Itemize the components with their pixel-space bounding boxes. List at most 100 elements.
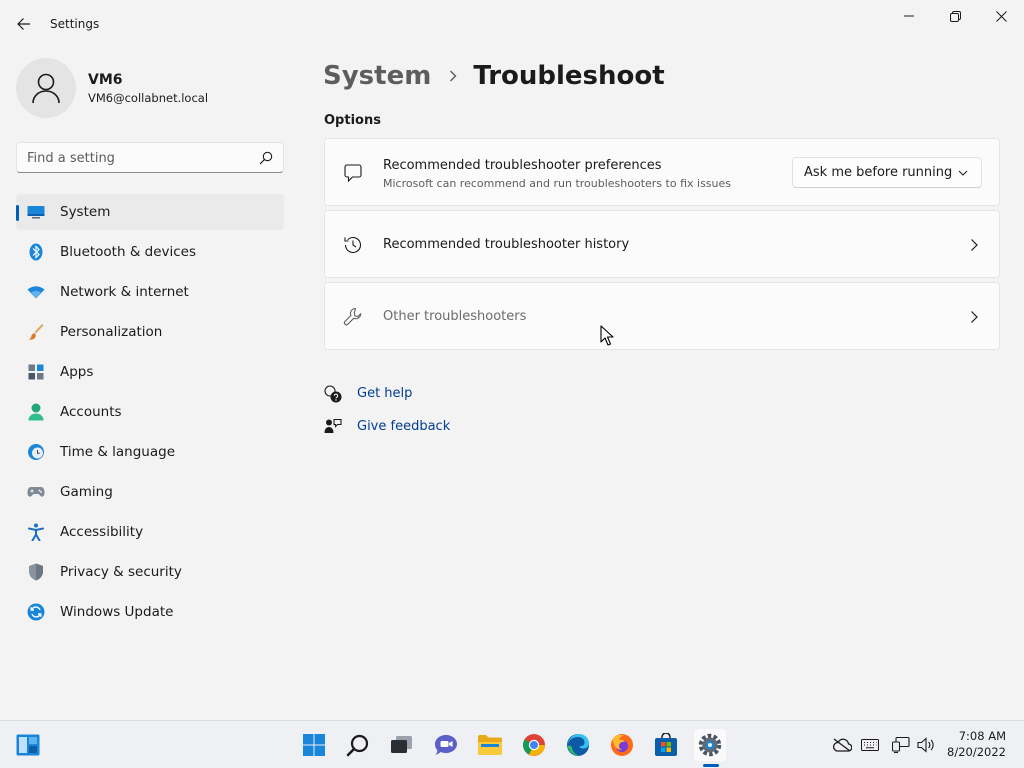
sidebar-item-label: Windows Update <box>60 604 174 620</box>
app-title: Settings <box>50 17 100 31</box>
widgets-icon <box>16 734 40 756</box>
search-icon <box>259 151 273 165</box>
card-title: Recommended troubleshooter preferences <box>383 158 662 173</box>
accessibility-icon <box>27 523 45 541</box>
avatar <box>16 58 76 118</box>
back-button[interactable] <box>10 10 38 38</box>
apps-icon <box>27 363 45 381</box>
sidebar-item-label: Personalization <box>60 324 163 340</box>
sidebar-item-time-language[interactable]: Time & language <box>16 434 284 470</box>
troubleshooter-preferences-card: Recommended troubleshooter preferences M… <box>324 138 1000 206</box>
sidebar-item-label: Accounts <box>60 404 122 420</box>
breadcrumb: System Troubleshoot <box>323 58 665 94</box>
close-icon <box>995 10 1007 22</box>
volume-tray-button[interactable] <box>916 735 936 755</box>
chrome-icon <box>523 734 545 756</box>
give-feedback-label: Give feedback <box>357 419 451 434</box>
options-section-title: Options <box>324 113 381 128</box>
edge-button[interactable] <box>562 729 594 761</box>
sidebar-item-gaming[interactable]: Gaming <box>16 474 284 510</box>
user-name: VM6 <box>88 72 123 88</box>
sidebar-item-label: System <box>60 204 111 220</box>
clock-globe-icon <box>27 443 45 461</box>
network-monitor-icon <box>892 737 910 753</box>
brush-icon <box>27 323 45 341</box>
edge-icon <box>567 734 589 756</box>
sidebar-item-accessibility[interactable]: Accessibility <box>16 514 284 550</box>
search-input[interactable] <box>27 149 247 167</box>
settings-taskbar-button[interactable] <box>694 729 726 761</box>
sidebar-item-system[interactable]: System <box>16 194 284 230</box>
chevron-right-icon <box>449 68 459 84</box>
close-button[interactable] <box>978 0 1024 32</box>
start-button[interactable] <box>298 729 330 761</box>
task-view-icon <box>391 736 412 753</box>
card-subtitle: Microsoft can recommend and run troubles… <box>383 177 731 190</box>
wrench-icon <box>343 307 363 327</box>
search-box[interactable] <box>16 142 284 173</box>
user-email: VM6@collabnet.local <box>88 91 209 105</box>
get-help-label: Get help <box>357 386 413 401</box>
help-icon <box>324 385 342 403</box>
troubleshooter-history-card[interactable]: Recommended troubleshooter history <box>324 210 1000 278</box>
widgets-button[interactable] <box>12 729 44 761</box>
sidebar-item-label: Bluetooth & devices <box>60 244 197 260</box>
chevron-down-icon <box>958 170 968 176</box>
speaker-icon <box>917 737 934 753</box>
page-title: Troubleshoot <box>473 61 665 91</box>
chevron-right-icon <box>971 311 978 323</box>
sidebar-item-label: Network & internet <box>60 284 189 300</box>
file-explorer-icon <box>478 735 502 755</box>
other-troubleshooters-card[interactable]: Other troubleshooters <box>324 282 1000 350</box>
clock-date: 8/20/2022 <box>947 745 1006 759</box>
sidebar-item-windows-update[interactable]: Windows Update <box>16 594 284 630</box>
firefox-button[interactable] <box>606 729 638 761</box>
sidebar-item-bluetooth[interactable]: Bluetooth & devices <box>16 234 284 270</box>
sidebar-item-accounts[interactable]: Accounts <box>16 394 284 430</box>
cloud-offline-icon <box>832 738 852 752</box>
mouse-cursor-icon <box>600 325 614 346</box>
restore-icon <box>949 10 961 22</box>
user-profile[interactable]: VM6 VM6@collabnet.local <box>16 58 286 118</box>
card-title: Recommended troubleshooter history <box>383 237 630 252</box>
network-tray-button[interactable] <box>891 735 911 755</box>
sidebar-item-apps[interactable]: Apps <box>16 354 284 390</box>
chevron-right-icon <box>971 239 978 251</box>
minimize-icon <box>904 15 914 17</box>
chrome-button[interactable] <box>518 729 550 761</box>
task-view-button[interactable] <box>386 729 418 761</box>
sidebar-item-label: Apps <box>60 364 94 380</box>
breadcrumb-parent-link[interactable]: System <box>323 61 431 91</box>
store-icon <box>655 733 677 756</box>
person-icon <box>27 403 45 421</box>
sidebar-item-privacy[interactable]: Privacy & security <box>16 554 284 590</box>
file-explorer-button[interactable] <box>474 729 506 761</box>
card-title: Other troubleshooters <box>383 309 527 324</box>
sidebar-item-personalization[interactable]: Personalization <box>16 314 284 350</box>
clock-time: 7:08 AM <box>958 729 1006 743</box>
keyboard-tray-button[interactable] <box>860 735 880 755</box>
feedback-icon <box>324 418 342 433</box>
onedrive-tray-button[interactable] <box>832 735 852 755</box>
system-icon <box>27 203 45 221</box>
taskbar-clock[interactable]: 7:08 AM 8/20/2022 <box>940 728 1006 760</box>
store-button[interactable] <box>650 729 682 761</box>
wifi-icon <box>27 283 45 301</box>
taskbar-search-button[interactable] <box>342 729 374 761</box>
sidebar-item-label: Accessibility <box>60 524 144 540</box>
keyboard-icon <box>861 739 879 751</box>
troubleshooter-preference-dropdown[interactable]: Ask me before running <box>792 157 982 188</box>
chat-button[interactable] <box>430 729 462 761</box>
sidebar-item-label: Privacy & security <box>60 564 182 580</box>
chat-bubble-icon <box>343 163 363 183</box>
shield-icon <box>27 563 45 581</box>
active-app-indicator <box>703 764 719 767</box>
sidebar-item-network[interactable]: Network & internet <box>16 274 284 310</box>
gamepad-icon <box>27 483 45 501</box>
back-arrow-icon <box>17 18 30 30</box>
minimize-button[interactable] <box>886 0 932 32</box>
person-avatar-icon <box>32 73 60 104</box>
search-icon <box>346 734 369 757</box>
restore-button[interactable] <box>932 0 978 32</box>
sidebar-nav: System Bluetooth & devices Network & int… <box>16 194 284 634</box>
